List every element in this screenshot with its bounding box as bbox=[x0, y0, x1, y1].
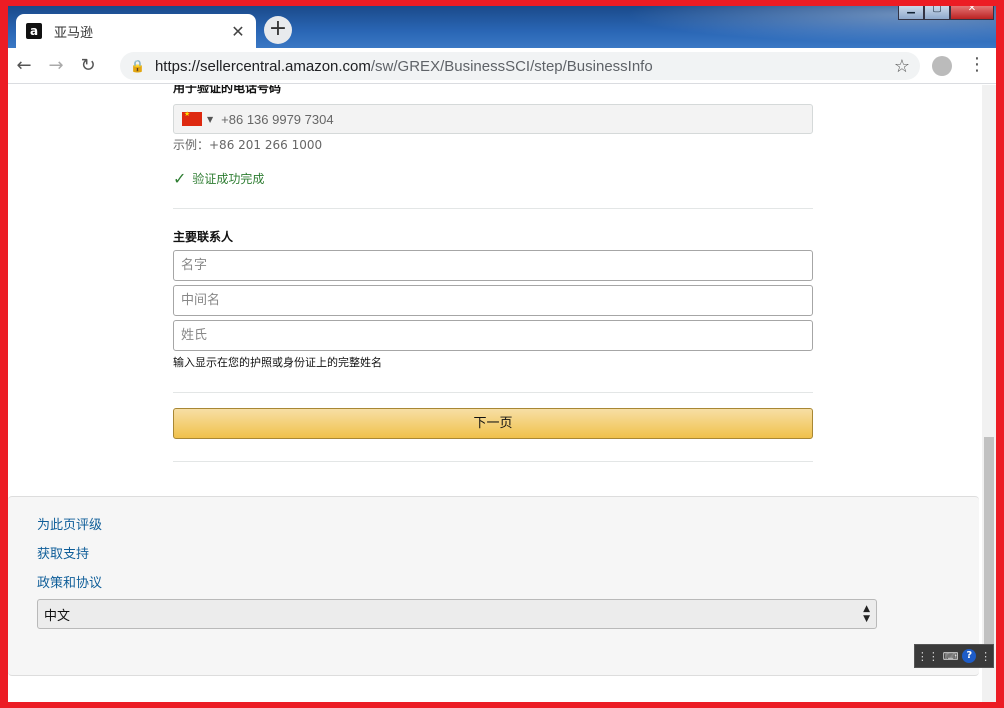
page-scrollbar[interactable] bbox=[982, 85, 996, 702]
ime-options-icon[interactable]: ⋮ bbox=[980, 650, 991, 663]
select-arrows-icon: ▲ ▼ bbox=[863, 604, 870, 624]
page-footer: 为此页评级 获取支持 政策和协议 中文 ▲ ▼ bbox=[8, 496, 979, 676]
ime-toolbar[interactable]: ⋮⋮ ⌨ ? ⋮ bbox=[914, 644, 994, 668]
url-path: /sw/GREX/BusinessSCI/step/BusinessInfo bbox=[370, 57, 653, 75]
minimize-icon[interactable]: ▁ bbox=[898, 6, 924, 20]
help-icon[interactable]: ? bbox=[962, 649, 977, 663]
checkmark-icon: ✓ bbox=[173, 169, 187, 188]
profile-avatar-icon[interactable] bbox=[932, 56, 952, 76]
tab-title: 亚马逊 bbox=[54, 25, 94, 41]
country-dropdown-icon[interactable]: ▼ bbox=[207, 115, 213, 124]
phone-value: +86 136 9979 7304 bbox=[221, 111, 334, 127]
window-close-icon[interactable]: ✕ bbox=[950, 6, 994, 20]
maximize-icon[interactable]: ▢ bbox=[924, 6, 950, 20]
lock-icon: 🔒 bbox=[130, 59, 145, 73]
last-name-input[interactable] bbox=[173, 320, 813, 351]
browser-tab[interactable]: a 亚马逊 ✕ bbox=[16, 14, 256, 48]
window-controls: ▁ ▢ ✕ bbox=[898, 6, 994, 20]
phone-input[interactable]: ▼ +86 136 9979 7304 bbox=[173, 104, 813, 134]
forward-icon[interactable]: → bbox=[40, 55, 72, 76]
rate-page-link[interactable]: 为此页评级 bbox=[37, 514, 102, 533]
verified-text: 验证成功完成 bbox=[192, 172, 265, 186]
page-content: 用于验证的电话号码 ▼ +86 136 9979 7304 示例：+86 201… bbox=[8, 85, 982, 702]
close-tab-icon[interactable]: ✕ bbox=[230, 22, 246, 41]
url-host: https://sellercentral.amazon.com bbox=[154, 57, 371, 75]
divider bbox=[173, 461, 813, 462]
grip-icon[interactable]: ⋮⋮ bbox=[917, 650, 939, 663]
phone-example: 示例：+86 201 266 1000 bbox=[173, 138, 323, 152]
phone-label: 用于验证的电话号码 bbox=[173, 85, 282, 95]
divider bbox=[173, 208, 813, 209]
language-selected: 中文 bbox=[44, 608, 71, 624]
amazon-favicon-icon: a bbox=[26, 23, 42, 39]
address-toolbar: ← → ↻ 🔒 https://sellercentral.amazon.com… bbox=[8, 48, 996, 84]
verification-status: ✓ 验证成功完成 bbox=[173, 169, 264, 188]
get-support-link[interactable]: 获取支持 bbox=[37, 543, 89, 562]
tab-strip: a 亚马逊 ✕ + ▁ ▢ ✕ bbox=[8, 6, 996, 48]
new-tab-button[interactable]: + bbox=[264, 16, 292, 44]
first-name-input[interactable] bbox=[173, 250, 813, 281]
language-select[interactable]: 中文 ▲ ▼ bbox=[37, 599, 877, 629]
china-flag-icon[interactable] bbox=[182, 110, 202, 126]
bookmark-star-icon[interactable]: ☆ bbox=[894, 56, 910, 77]
contact-label: 主要联系人 bbox=[173, 230, 234, 244]
divider bbox=[173, 392, 813, 393]
address-bar[interactable]: 🔒 https://sellercentral.amazon.com/sw/GR… bbox=[120, 52, 920, 80]
next-page-button[interactable]: 下一页 bbox=[173, 408, 813, 439]
reload-icon[interactable]: ↻ bbox=[72, 55, 104, 76]
keyboard-icon[interactable]: ⌨ bbox=[943, 650, 959, 663]
policies-link[interactable]: 政策和协议 bbox=[37, 572, 102, 591]
name-hint: 输入显示在您的护照或身份证上的完整姓名 bbox=[173, 356, 382, 369]
scrollbar-thumb[interactable] bbox=[984, 437, 994, 667]
back-icon[interactable]: ← bbox=[8, 55, 40, 76]
browser-window: a 亚马逊 ✕ + ▁ ▢ ✕ ← → ↻ 🔒 https://sellerce… bbox=[8, 6, 996, 702]
middle-name-input[interactable] bbox=[173, 285, 813, 316]
browser-menu-icon[interactable]: ⋮ bbox=[968, 54, 986, 75]
